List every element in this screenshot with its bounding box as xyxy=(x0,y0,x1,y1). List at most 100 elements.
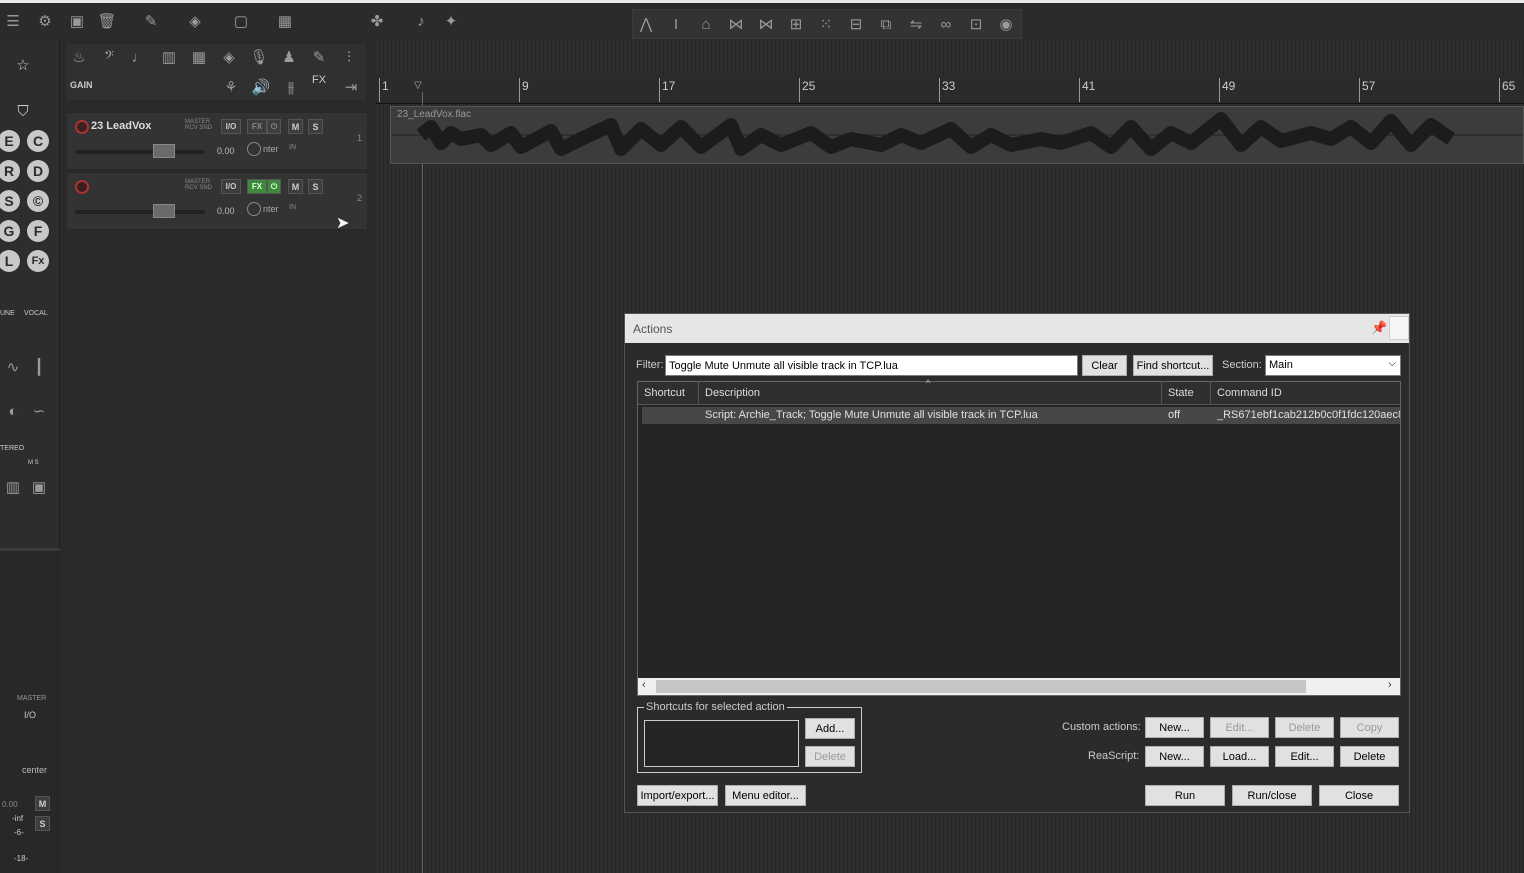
import-export-button[interactable]: Import/export... xyxy=(637,785,718,806)
wave-icon[interactable]: ∽ xyxy=(26,398,52,424)
section-select[interactable]: Main ⌵ xyxy=(1265,355,1401,376)
star-icon[interactable]: ☆ xyxy=(10,52,36,78)
master-solo-button[interactable]: S xyxy=(35,816,50,831)
save-icon[interactable]: ▣ xyxy=(64,8,90,34)
record-arm-button[interactable] xyxy=(75,180,89,194)
brush-icon[interactable]: ✎ xyxy=(306,44,332,70)
col-description[interactable]: Description xyxy=(705,387,760,399)
bass-clef-icon[interactable]: 𝄢 xyxy=(96,44,122,70)
io-button[interactable]: I/O xyxy=(221,119,241,134)
custom-delete-button[interactable]: Delete xyxy=(1275,717,1334,738)
gear-icon[interactable]: ⚙ xyxy=(32,8,58,34)
mixer-icon[interactable]: ⫵ xyxy=(278,74,304,100)
synth-icon[interactable]: ◈ xyxy=(216,44,242,70)
close-button[interactable]: Close xyxy=(1319,785,1399,806)
table-row[interactable]: Script: Archie_Track; Toggle Mute Unmute… xyxy=(642,407,1400,424)
l-button[interactable]: L xyxy=(0,250,20,272)
e-button[interactable]: E xyxy=(0,130,20,152)
close-window-icon[interactable] xyxy=(1389,316,1409,340)
person-icon[interactable]: ♟ xyxy=(276,44,302,70)
fx-bypass-icon[interactable]: ⏻ xyxy=(267,119,281,134)
volume-fader[interactable] xyxy=(75,210,205,214)
fx-button[interactable]: FX xyxy=(247,119,267,134)
stereo-label[interactable]: TEREO xyxy=(0,445,24,452)
reascript-edit-button[interactable]: Edit... xyxy=(1275,746,1334,767)
film-icon[interactable]: ▦ xyxy=(272,8,298,34)
speaker-icon[interactable]: 🔊 xyxy=(248,74,274,100)
pin-icon[interactable]: 📌 xyxy=(1371,320,1387,336)
drum-icon[interactable]: ♨ xyxy=(66,44,92,70)
track-1[interactable]: 23 LeadVox MASTER RCV SND I/O FX ⏻ M S 0… xyxy=(66,112,368,170)
tool-h-icon[interactable]: ⧉ xyxy=(873,11,899,37)
input-label[interactable]: IN xyxy=(289,144,296,151)
c-button[interactable]: C xyxy=(27,130,49,152)
io-label[interactable]: I/O xyxy=(24,710,36,720)
reascript-new-button[interactable]: New... xyxy=(1145,746,1204,767)
grid-icon[interactable]: ⁙ xyxy=(813,11,839,37)
menu-editor-button[interactable]: Menu editor... xyxy=(725,785,806,806)
midi-icon[interactable]: ♪ xyxy=(408,8,434,34)
trash-icon[interactable]: 🗑 xyxy=(94,8,120,34)
s-button[interactable]: S xyxy=(0,190,20,212)
clear-button[interactable]: Clear xyxy=(1082,355,1127,376)
tool-b-icon[interactable]: I xyxy=(663,11,689,37)
volume-fader-knob[interactable] xyxy=(153,204,175,218)
tool-c-icon[interactable]: ⌂ xyxy=(693,11,719,37)
reascript-delete-button[interactable]: Delete xyxy=(1340,746,1399,767)
envelope-icon[interactable]: ∿ xyxy=(0,354,26,380)
gain-label[interactable]: GAIN xyxy=(70,80,93,90)
pan-knob[interactable] xyxy=(247,142,261,156)
fx-bypass-icon[interactable]: ⏻ xyxy=(267,179,281,194)
drop-icon[interactable]: ⚘ xyxy=(218,74,244,100)
input-label[interactable]: IN xyxy=(289,204,296,211)
ms-label[interactable]: M S xyxy=(28,460,39,466)
custom-copy-button[interactable]: Copy xyxy=(1340,717,1399,738)
scroll-right-icon[interactable]: › xyxy=(1388,679,1392,691)
video-icon[interactable]: ▣ xyxy=(26,474,52,500)
horizontal-scrollbar[interactable]: ‹ › xyxy=(638,678,1400,695)
col-command-id[interactable]: Command ID xyxy=(1217,387,1282,399)
d-button[interactable]: D xyxy=(27,160,49,182)
menu-icon[interactable]: ☰ xyxy=(0,8,26,34)
arrow-right-icon[interactable]: ⇥ xyxy=(338,74,364,100)
tune-label[interactable]: UNE xyxy=(0,310,15,317)
fx-button[interactable]: FX xyxy=(247,179,267,194)
tool-j-icon[interactable]: ⊡ xyxy=(963,11,989,37)
tool-a-icon[interactable]: ⋀ xyxy=(633,11,659,37)
tool-i-icon[interactable]: ⇋ xyxy=(903,11,929,37)
custom-edit-button[interactable]: Edit... xyxy=(1210,717,1269,738)
run-button[interactable]: Run xyxy=(1145,785,1225,806)
mic-icon[interactable]: 🎙 xyxy=(246,44,272,70)
shield-icon[interactable]: ⛉ xyxy=(10,98,36,124)
tool-d-icon[interactable]: ⋈ xyxy=(723,11,749,37)
record-arm-button[interactable] xyxy=(75,120,89,134)
pan-knob[interactable] xyxy=(247,202,261,216)
track-2[interactable]: MASTER RCV SND I/O FX ⏻ M S 0.00 nter IN… xyxy=(66,172,368,230)
col-state[interactable]: State xyxy=(1168,387,1194,399)
tool-f-icon[interactable]: ⊞ xyxy=(783,11,809,37)
r-button[interactable]: R xyxy=(0,160,20,182)
timeline-ruler[interactable]: 1 9 17 25 33 41 49 57 65 ▽ xyxy=(376,76,1524,104)
crop-icon[interactable]: ▢ xyxy=(228,8,254,34)
fader-icon[interactable]: ┃ xyxy=(26,354,52,380)
cm-icon[interactable]: © xyxy=(27,190,49,212)
mute-button[interactable]: M xyxy=(288,119,303,134)
solo-button[interactable]: S xyxy=(308,119,323,134)
actions-list[interactable]: Shortcut Description ^ State Command ID … xyxy=(637,378,1401,696)
f-button[interactable]: F xyxy=(27,220,49,242)
reascript-load-button[interactable]: Load... xyxy=(1210,746,1269,767)
shortcuts-list[interactable] xyxy=(644,720,799,767)
find-shortcut-button[interactable]: Find shortcut... xyxy=(1133,355,1213,376)
run-close-button[interactable]: Run/close xyxy=(1232,785,1312,806)
link-icon[interactable]: ∞ xyxy=(933,11,959,37)
tool-g-icon[interactable]: ⊟ xyxy=(843,11,869,37)
filter-input[interactable] xyxy=(665,355,1078,376)
master-mute-button[interactable]: M xyxy=(35,796,50,811)
tool-e-icon[interactable]: ⋈ xyxy=(753,11,779,37)
eraser-icon[interactable]: ◈ xyxy=(182,8,208,34)
volume-fader-knob[interactable] xyxy=(153,144,175,158)
eq-icon[interactable]: ⫶ xyxy=(336,44,362,70)
playhead-marker-icon[interactable]: ▽ xyxy=(414,80,422,91)
media-item[interactable]: 23_LeadVox.flac xyxy=(390,106,1524,164)
track-name[interactable]: 23 LeadVox xyxy=(91,120,151,132)
